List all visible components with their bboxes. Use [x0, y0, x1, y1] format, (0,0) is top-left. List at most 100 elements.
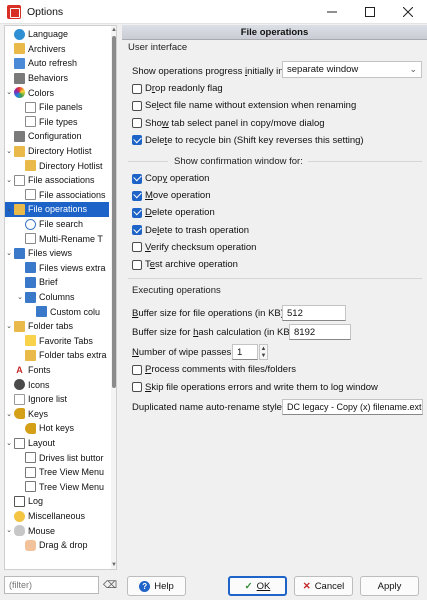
hash-buffer-field[interactable]: 8192	[289, 324, 351, 340]
apply-button[interactable]: Apply	[360, 576, 419, 596]
checkbox-empty-icon[interactable]	[132, 242, 142, 253]
wipe-passes-field[interactable]: 1	[232, 344, 258, 360]
collapse-icon[interactable]: ⌄	[5, 249, 13, 257]
checkbox-empty-icon[interactable]	[132, 83, 142, 94]
tree-item[interactable]: Language	[14, 27, 68, 42]
option-checkbox[interactable]: Test archive operation	[132, 259, 238, 270]
tree-item[interactable]: File panels	[25, 100, 83, 115]
tree-item[interactable]: Icons	[14, 377, 50, 392]
option-checkbox[interactable]: Delete to trash operation	[132, 225, 249, 236]
tree-item[interactable]: File operations	[5, 202, 109, 217]
tree-item[interactable]: Behaviors	[14, 71, 68, 86]
checkbox-empty-icon[interactable]	[132, 382, 142, 392]
tree-item[interactable]: Tree View Menu	[25, 480, 104, 495]
collapse-icon[interactable]: ⌄	[5, 526, 13, 534]
collapse-icon[interactable]: ⌄	[5, 176, 13, 184]
tree-item[interactable]: File search	[25, 217, 83, 232]
option-checkbox[interactable]: Select file name without extension when …	[132, 100, 356, 111]
option-checkbox[interactable]: Show tab select panel in copy/move dialo…	[132, 118, 325, 129]
tree-item[interactable]: Directory Hotlist	[25, 158, 103, 173]
checkbox-checked-icon[interactable]	[132, 207, 142, 218]
tree-item[interactable]: A Fonts	[14, 363, 51, 378]
checkbox-checked-icon[interactable]	[132, 190, 142, 201]
collapse-icon[interactable]: ⌄	[16, 293, 24, 301]
minimize-button[interactable]	[313, 0, 351, 24]
tree-item[interactable]: Folder tabs extra	[25, 348, 107, 363]
option-checkbox[interactable]: Process comments with files/folders	[132, 364, 296, 375]
tree-item[interactable]: Miscellaneous	[14, 509, 85, 524]
filter-input[interactable]	[4, 576, 99, 594]
checkbox-empty-icon[interactable]	[132, 364, 142, 375]
option-checkbox[interactable]: Delete to recycle bin (Shift key reverse…	[132, 135, 364, 146]
tree-item[interactable]: File types	[25, 115, 78, 130]
tree-item-label: Files views	[28, 248, 73, 259]
checkbox-empty-icon[interactable]	[132, 118, 142, 129]
buffer-size-field[interactable]: 512	[282, 305, 346, 321]
checkbox-label: Process comments with files/folders	[145, 364, 297, 375]
collapse-icon[interactable]: ⌄	[5, 147, 13, 155]
dup-name-label: Duplicated name auto-rename style:	[132, 402, 285, 413]
option-checkbox[interactable]: Skip file operations errors and write th…	[132, 382, 378, 393]
checkbox-checked-icon[interactable]	[132, 225, 142, 236]
tree-item[interactable]: Configuration	[14, 129, 82, 144]
tree-item[interactable]: Columns	[25, 290, 75, 305]
scroll-up-icon[interactable]: ▲	[111, 26, 116, 34]
collapse-icon[interactable]: ⌄	[5, 410, 13, 418]
tree-item[interactable]: File associations	[14, 173, 95, 188]
tree-item[interactable]: Brief	[25, 275, 58, 290]
tree-item[interactable]: Directory Hotlist	[14, 144, 92, 159]
progress-dropdown[interactable]: separate window ⌄	[282, 61, 422, 78]
tree-item[interactable]: Folder tabs	[14, 319, 73, 334]
maximize-button[interactable]	[351, 0, 389, 24]
collapse-icon[interactable]: ⌄	[5, 88, 13, 96]
collapse-icon[interactable]: ⌄	[5, 322, 13, 330]
spin-down-icon[interactable]: ▼	[260, 352, 267, 359]
tree-item[interactable]: Hot keys	[25, 421, 74, 436]
collapse-icon[interactable]: ⌄	[5, 439, 13, 447]
tree-item[interactable]: Drives list buttor	[25, 450, 104, 465]
folder-icon	[14, 320, 25, 332]
wipe-passes-spinner[interactable]: ▲ ▼	[259, 344, 268, 360]
tree-scrollbar[interactable]: ▲ ▼	[111, 26, 116, 569]
tree-item[interactable]: Colors	[14, 85, 54, 100]
options-tree[interactable]: ▲ ▼ Language Archivers Auto refresh Behavio…	[4, 25, 117, 570]
ok-button[interactable]: ✓ OK	[228, 576, 287, 596]
tree-item[interactable]: Auto refresh	[14, 56, 77, 71]
checkbox-empty-icon[interactable]	[132, 100, 142, 111]
clear-filter-icon[interactable]: ⌫	[103, 578, 117, 592]
tree-item[interactable]: Tree View Menu	[25, 465, 104, 480]
tree-item[interactable]: Files views	[14, 246, 72, 261]
tree-item-label: Miscellaneous	[28, 511, 86, 522]
tree-item[interactable]: Keys	[14, 407, 48, 422]
dup-name-style-field[interactable]: DC legacy - Copy (x) filename.ext	[282, 399, 423, 415]
checkbox-checked-icon[interactable]	[132, 135, 142, 146]
checkbox-label: Select file name without extension when …	[145, 100, 357, 112]
tree-item[interactable]: Files views extra	[25, 261, 106, 276]
tree-item[interactable]: Archivers	[14, 42, 66, 57]
collapse-icon[interactable]: ⌄	[5, 205, 13, 213]
tree-item[interactable]: Log	[14, 494, 43, 509]
tree-item[interactable]: Ignore list	[14, 392, 67, 407]
cancel-button[interactable]: ✕ Cancel	[294, 576, 353, 596]
tree-item[interactable]: Favorite Tabs	[25, 334, 93, 349]
help-button[interactable]: ? Help	[127, 576, 186, 596]
doc-icon	[25, 101, 36, 113]
scroll-down-icon[interactable]: ▼	[111, 561, 116, 569]
option-checkbox[interactable]: Copy operation	[132, 173, 209, 184]
option-checkbox[interactable]: Drop readonly flag	[132, 83, 223, 94]
tree-item[interactable]: Custom colu	[36, 304, 100, 319]
tree-item-label: Behaviors	[28, 73, 69, 84]
checkbox-checked-icon[interactable]	[132, 173, 142, 184]
option-checkbox[interactable]: Delete operation	[132, 207, 215, 218]
option-checkbox[interactable]: Verify checksum operation	[132, 242, 256, 253]
tree-item[interactable]: Drag & drop	[25, 538, 88, 553]
tree-item[interactable]: File associations	[25, 188, 106, 203]
scroll-thumb[interactable]	[112, 36, 116, 388]
tree-item[interactable]: Layout	[14, 436, 55, 451]
option-checkbox[interactable]: Move operation	[132, 190, 211, 201]
tree-item[interactable]: Mouse	[14, 523, 55, 538]
checkbox-empty-icon[interactable]	[132, 259, 142, 270]
tree-item[interactable]: Multi-Rename T	[25, 231, 103, 246]
spin-up-icon[interactable]: ▲	[260, 345, 267, 352]
close-button[interactable]	[389, 0, 427, 24]
